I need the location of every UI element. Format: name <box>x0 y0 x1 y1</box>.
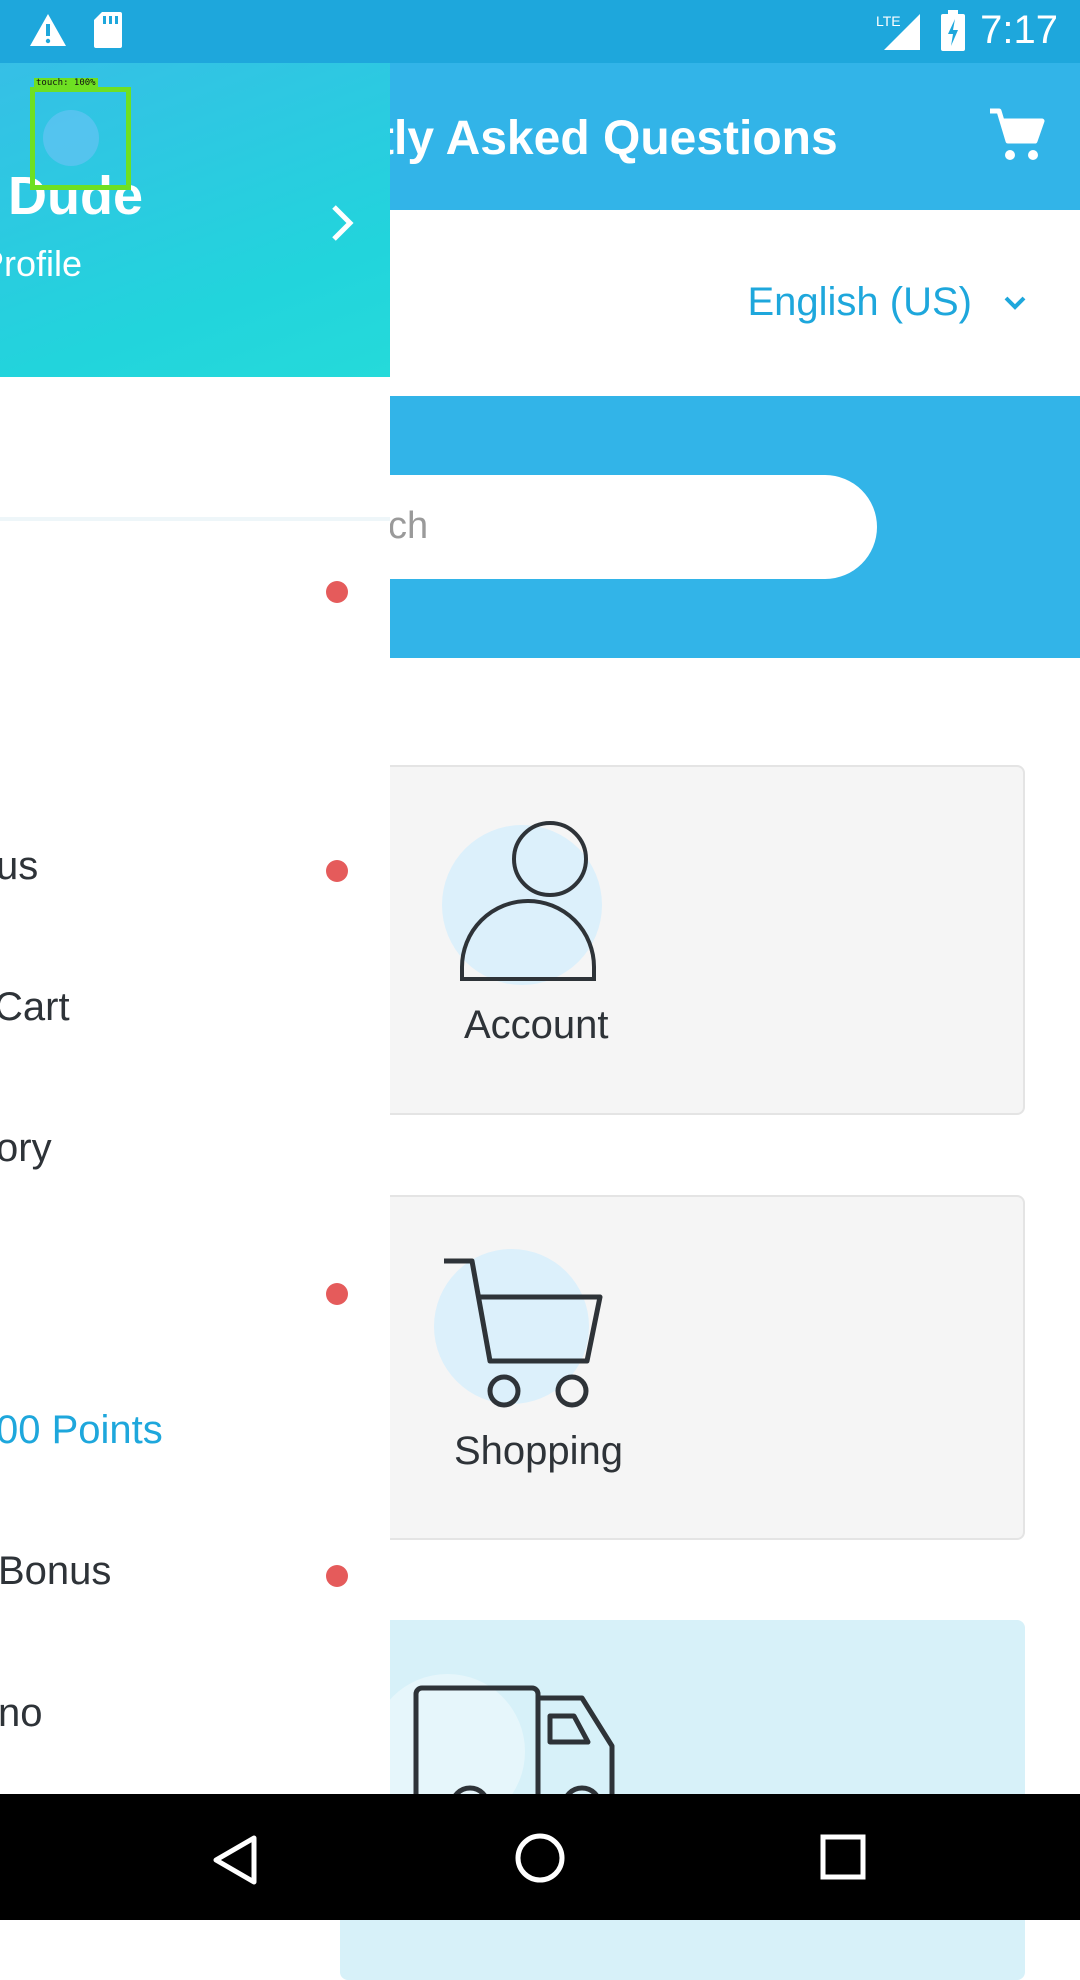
menu-item-label: Cart <box>0 985 70 1029</box>
back-icon[interactable] <box>212 1834 258 1891</box>
drawer-menu-item[interactable]: us <box>0 820 390 920</box>
category-card-shopping[interactable]: Shopping <box>340 1195 1025 1540</box>
truck-icon <box>412 1684 622 1827</box>
drawer-divider <box>0 517 390 521</box>
page-title: tly Asked Questions <box>378 112 838 165</box>
view-profile-link[interactable]: Profile <box>0 243 82 285</box>
language-selector[interactable]: English (US) <box>747 280 972 325</box>
warning-icon <box>28 12 68 53</box>
chevron-down-icon[interactable] <box>1000 288 1030 318</box>
drawer-menu-item[interactable] <box>0 683 390 783</box>
clock: 7:17 <box>980 8 1058 52</box>
sd-card-icon <box>92 10 124 55</box>
svg-text:LTE: LTE <box>876 13 901 29</box>
battery-charging-icon <box>940 10 966 57</box>
menu-item-label: us <box>0 844 39 888</box>
touch-label: touch: 100% <box>34 78 98 88</box>
cart-outline-icon <box>432 1257 612 1422</box>
status-bar: LTE 7:17 <box>0 0 1080 63</box>
drawer-menu-item-points[interactable]: 00 Points <box>0 1384 390 1484</box>
category-label: Shopping <box>454 1429 624 1473</box>
points-balance: 00 Points <box>0 1408 163 1452</box>
person-icon <box>450 817 600 992</box>
signal-icon: LTE <box>876 10 922 57</box>
home-icon[interactable] <box>514 1832 566 1889</box>
drawer-menu-item[interactable] <box>0 541 390 641</box>
touch-highlight-box <box>30 87 131 190</box>
drawer-menu-item[interactable]: no <box>0 1667 390 1767</box>
system-nav-bar <box>0 1794 1080 1920</box>
menu-item-label: Bonus <box>0 1549 112 1593</box>
drawer-menu-item[interactable] <box>0 1243 390 1343</box>
notification-dot <box>326 1283 348 1305</box>
drawer-menu-item[interactable]: Cart <box>0 961 390 1061</box>
search-placeholder: ch <box>388 505 429 547</box>
category-label: Account <box>464 1003 609 1047</box>
notification-dot <box>326 1565 348 1587</box>
recents-icon[interactable] <box>820 1834 866 1885</box>
menu-item-label: no <box>0 1691 43 1735</box>
drawer-menu-item[interactable]: Bonus <box>0 1525 390 1625</box>
menu-item-label: ory <box>0 1126 52 1170</box>
category-card-account[interactable]: Account <box>340 765 1025 1115</box>
chevron-right-icon[interactable] <box>326 201 360 245</box>
cart-icon[interactable] <box>986 105 1046 165</box>
notification-dot <box>326 860 348 882</box>
navigation-drawer: o Dude Profile us Cart ory 00 Points Bon… <box>0 63 390 1794</box>
notification-dot <box>326 581 348 603</box>
drawer-menu-item[interactable]: ory <box>0 1102 390 1202</box>
